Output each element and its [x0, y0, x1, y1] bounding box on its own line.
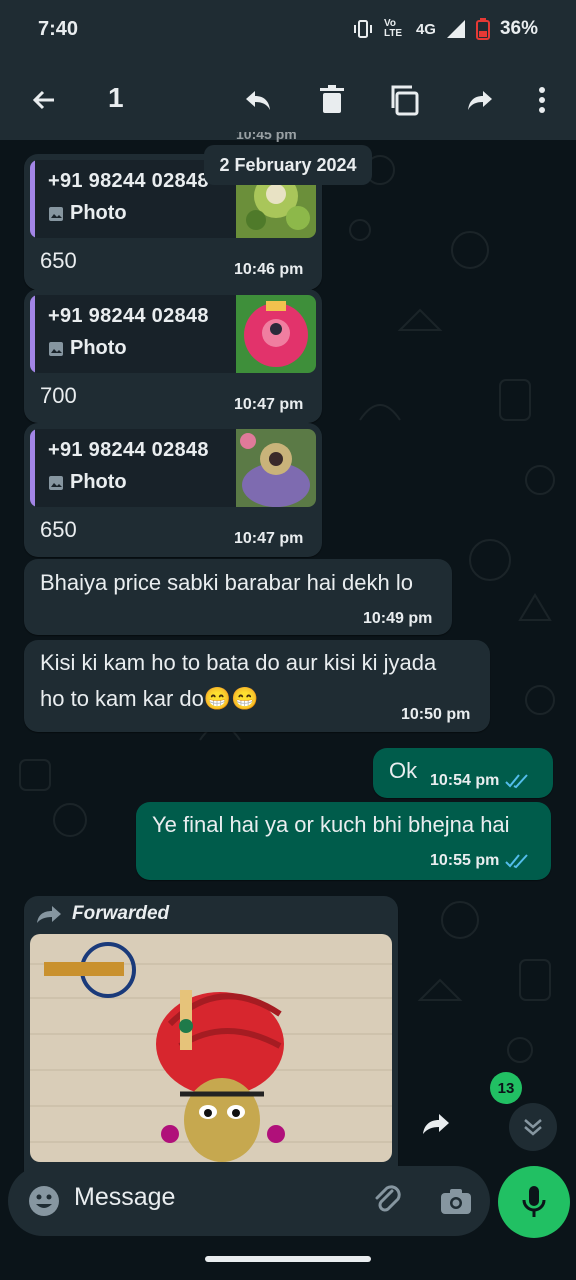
double-chevron-down-icon — [524, 1119, 542, 1136]
status-bar: 7:40 Vo LTE 4G 36% — [0, 0, 576, 58]
message-bubble[interactable]: Bhaiya price sabki barabar hai dekh lo 1… — [24, 559, 452, 635]
status-icons: Vo LTE 4G 36% — [352, 18, 538, 40]
message-time: 10:47 pm — [234, 530, 304, 547]
message-time: 10:55 pm — [430, 852, 531, 870]
message-text: 650 — [40, 517, 77, 542]
message-bubble[interactable]: Kisi ki kam ho to bata do aur kisi ki jy… — [24, 640, 490, 732]
share-button[interactable] — [418, 1106, 454, 1142]
voice-message-button[interactable] — [498, 1166, 570, 1238]
back-arrow-icon — [32, 90, 54, 110]
more-options-button[interactable] — [522, 80, 562, 120]
message-composer: Message — [8, 1166, 490, 1236]
network-label: 4G — [415, 20, 436, 38]
forward-icon — [468, 91, 492, 110]
photo-icon — [49, 475, 63, 490]
outgoing-message-bubble[interactable]: Ye final hai ya or kuch bhi bhejna hai 1… — [136, 802, 551, 880]
message-bubble[interactable]: +91 98244 02848 Photo 700 10:47 pm — [24, 289, 322, 423]
battery-icon — [475, 18, 490, 40]
message-text: 650 — [40, 248, 77, 273]
quote-sender: +91 98244 02848 — [48, 305, 209, 327]
quote-thumbnail — [236, 429, 316, 507]
forward-button[interactable] — [460, 80, 500, 120]
quote-accent-bar — [30, 429, 35, 507]
quote-sender: +91 98244 02848 — [48, 170, 209, 192]
selected-count: 1 — [108, 82, 124, 113]
message-time: 10:47 pm — [234, 396, 304, 413]
message-text-line-1: Kisi ki kam ho to bata do aur kisi ki jy… — [40, 650, 437, 675]
photo-icon — [49, 206, 63, 221]
attach-icon[interactable] — [370, 1183, 406, 1219]
forwarded-icon — [37, 906, 61, 923]
message-text: 700 — [40, 383, 77, 408]
message-time: 10:54 pm — [430, 772, 531, 790]
read-ticks-icon — [505, 854, 529, 869]
photo-icon — [49, 341, 63, 356]
trash-icon — [320, 85, 344, 113]
quote-type: Photo — [48, 337, 127, 360]
camera-icon[interactable] — [438, 1183, 474, 1219]
more-vert-icon — [539, 87, 545, 113]
copy-button[interactable] — [384, 80, 424, 120]
forward-icon — [423, 1114, 449, 1134]
signal-icon — [446, 20, 465, 38]
message-time: 10:49 pm — [363, 610, 433, 627]
emoji-icon[interactable] — [26, 1183, 62, 1219]
message-text: Ye final hai ya or kuch bhi bhejna hai — [152, 812, 510, 837]
forwarded-label: Forwarded — [36, 903, 169, 925]
quote-accent-bar — [30, 295, 35, 373]
quote-type: Photo — [48, 471, 127, 494]
battery-percent: 36% — [499, 18, 538, 39]
quote-accent-bar — [30, 160, 35, 238]
status-time: 7:40 — [38, 17, 79, 40]
quote-thumbnail — [236, 295, 316, 373]
message-time: 10:50 pm — [401, 706, 471, 723]
quote-sender: +91 98244 02848 — [48, 439, 209, 461]
gesture-nav-bar[interactable] — [205, 1256, 371, 1262]
read-ticks-icon — [505, 774, 529, 789]
message-text-line-2: ho to kam kar do😁😁 — [40, 686, 259, 711]
message-text: Bhaiya price sabki barabar hai dekh lo — [40, 570, 414, 595]
microphone-icon — [522, 1186, 546, 1217]
message-text: Ok — [389, 758, 418, 783]
copy-icon — [391, 85, 419, 116]
quoted-message[interactable]: +91 98244 02848 Photo — [30, 295, 316, 373]
message-time: 10:46 pm — [234, 261, 304, 278]
delete-button[interactable] — [312, 80, 352, 120]
quoted-message[interactable]: +91 98244 02848 Photo — [30, 429, 316, 507]
unread-count-badge: 13 — [490, 1072, 522, 1104]
vibrate-icon — [353, 20, 372, 38]
selection-toolbar: 1 — [0, 58, 576, 140]
outgoing-message-bubble[interactable]: Ok 10:54 pm — [373, 748, 553, 798]
message-bubble[interactable]: +91 98244 02848 Photo 650 10:47 pm — [24, 423, 322, 557]
quote-type: Photo — [48, 202, 127, 225]
back-button[interactable] — [24, 80, 64, 120]
reply-button[interactable] — [238, 80, 278, 120]
date-chip: 2 February 2024 — [204, 145, 372, 185]
forwarded-image[interactable] — [30, 934, 392, 1162]
chat-screen: 7:40 Vo LTE 4G 36% 1 10:45 pm +91 98244 … — [0, 0, 576, 1280]
scroll-to-bottom-button[interactable] — [509, 1103, 557, 1151]
volte-label: Vo LTE — [383, 18, 403, 39]
partial-timestamp: 10:45 pm — [236, 132, 297, 142]
message-input[interactable]: Message — [74, 1183, 175, 1212]
reply-icon — [246, 91, 270, 110]
